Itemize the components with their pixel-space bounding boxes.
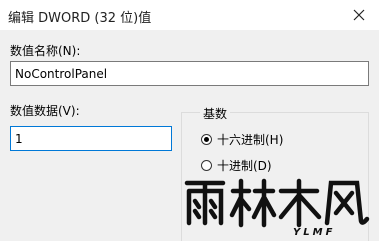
svg-text:YLMF: YLMF [293, 227, 335, 237]
value-data-field[interactable]: 1 [10, 126, 172, 151]
close-icon [353, 9, 365, 21]
radio-hexadecimal[interactable]: 十六进制(H) [201, 131, 283, 148]
radio-hexadecimal-dot [201, 134, 212, 145]
value-name-label: 数值名称(N): [10, 44, 81, 58]
radio-decimal[interactable]: 十进制(D) [201, 157, 272, 174]
value-data-label: 数值数据(V): [10, 104, 80, 118]
watermark-logo: YLMF [184, 178, 370, 237]
value-name-text: NoControlPanel [15, 66, 108, 81]
value-name-field[interactable]: NoControlPanel [10, 61, 369, 86]
title-bar: 编辑 DWORD (32 位)值 [0, 0, 379, 30]
radio-hexadecimal-label: 十六进制(H) [217, 133, 284, 147]
value-data-text: 1 [15, 131, 23, 146]
close-button[interactable] [339, 0, 379, 30]
radio-decimal-label: 十进制(D) [217, 159, 272, 173]
radio-decimal-dot [201, 160, 212, 171]
window-title: 编辑 DWORD (32 位)值 [8, 11, 152, 26]
base-group-title: 基数 [200, 105, 231, 122]
dialog-body: 数值名称(N): NoControlPanel 数值数据(V): 1 基数 十六… [0, 30, 379, 241]
